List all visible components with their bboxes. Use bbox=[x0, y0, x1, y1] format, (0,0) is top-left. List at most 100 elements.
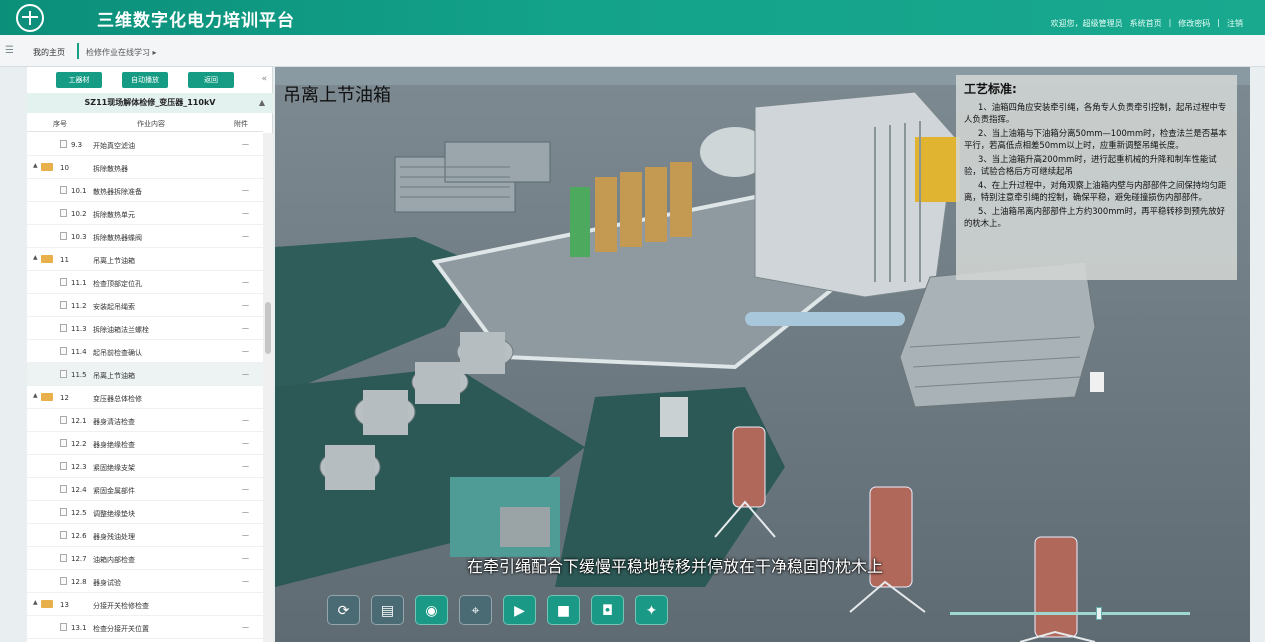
back-button[interactable]: 返回 bbox=[188, 72, 234, 88]
tree-scrollbar[interactable] bbox=[263, 133, 273, 642]
row-text: 分接开关检修检查 bbox=[93, 602, 149, 610]
camera-rotate-icon[interactable]: ⌖ bbox=[459, 595, 492, 625]
col-seq: 序号 bbox=[53, 120, 67, 128]
tools-button[interactable]: 工器材 bbox=[56, 72, 102, 88]
document-icon bbox=[60, 485, 67, 493]
tree-row[interactable]: 11.2 安装起吊绳索 — bbox=[27, 294, 263, 317]
header-links: 欢迎您，超级管理员 系统首页 | 修改密码 | 注销 bbox=[1050, 18, 1243, 29]
row-number: 12.2 bbox=[71, 440, 87, 448]
eye-icon[interactable]: ◉ bbox=[415, 595, 448, 625]
tree-row[interactable]: 13.1 检查分接开关位置 — bbox=[27, 616, 263, 639]
row-number: 11 bbox=[60, 256, 69, 264]
row-text: 器身绝缘检查 bbox=[93, 441, 135, 449]
folder-icon bbox=[41, 163, 53, 171]
play-icon[interactable]: ▶ bbox=[503, 595, 536, 625]
tree-row[interactable]: 10.3 拆除散热器蝶阀 — bbox=[27, 225, 263, 248]
row-number: 11.2 bbox=[71, 302, 87, 310]
row-number: 10.2 bbox=[71, 210, 87, 218]
logo-icon bbox=[16, 4, 44, 32]
standard-item: 4、在上升过程中，对角观察上油箱内壁与内部部件之间保持均匀距离，特别注意牵引绳的… bbox=[964, 180, 1227, 202]
tree-row[interactable]: 11.1 检查顶部定位孔 — bbox=[27, 271, 263, 294]
tree-row[interactable]: 12.1 器身清洁检查 — bbox=[27, 409, 263, 432]
row-attachment: — bbox=[242, 186, 249, 194]
lightbulb-icon[interactable]: ✦ bbox=[635, 595, 668, 625]
tree-row[interactable]: 12.4 紧固金属部件 — bbox=[27, 478, 263, 501]
row-number: 13 bbox=[60, 601, 69, 609]
3d-scene-viewport[interactable]: 吊离上节油箱 工艺标准: 1、油箱四角应安装牵引绳，各角专人负责牵引控制，起吊过… bbox=[275, 67, 1250, 642]
tree-row[interactable]: 9.3 开始真空滤油 — bbox=[27, 133, 263, 156]
progress-slider-knob[interactable] bbox=[1095, 607, 1102, 620]
row-attachment: — bbox=[242, 278, 249, 286]
row-number: 9.3 bbox=[71, 141, 83, 149]
refresh-icon[interactable]: ⟳ bbox=[327, 595, 360, 625]
tree-header: 序号 作业内容 附件 bbox=[27, 114, 263, 132]
row-text: 起吊前检查确认 bbox=[93, 349, 142, 357]
change-password-link[interactable]: 修改密码 bbox=[1178, 18, 1210, 29]
standard-item: 3、当上油箱升高200mm时，进行起重机械的升降和制车性能试验，试验合格后方可继… bbox=[964, 154, 1217, 176]
row-number: 10.1 bbox=[71, 187, 87, 195]
step-title: 吊离上节油箱 bbox=[283, 85, 391, 106]
autoplay-button[interactable]: 自动播放 bbox=[122, 72, 168, 88]
tree-scroll-thumb[interactable] bbox=[265, 302, 271, 354]
row-text: 紧固金属部件 bbox=[93, 487, 135, 495]
standard-item: 5、上油箱吊离内部部件上方约300mm时，再平稳转移到预先放好的枕木上。 bbox=[964, 206, 1226, 228]
tree-row[interactable]: 12.8 器身试验 — bbox=[27, 570, 263, 593]
narration-subtitle: 在牵引绳配合下缓慢平稳地转移并停放在干净稳固的枕木上 bbox=[467, 557, 884, 576]
row-text: 器身残油处理 bbox=[93, 533, 135, 541]
tree-row[interactable]: ▲ 10 拆除散热器 bbox=[27, 156, 263, 179]
folder-icon bbox=[41, 255, 53, 263]
row-attachment: — bbox=[242, 140, 249, 148]
tree-row[interactable]: ▲ 11 吊离上节油箱 bbox=[27, 248, 263, 271]
row-number: 12.1 bbox=[71, 417, 87, 425]
tree-row[interactable]: ▲ 12 变压器总体检修 bbox=[27, 386, 263, 409]
expand-icon[interactable]: ▲ bbox=[33, 599, 38, 606]
logout-link[interactable]: 注销 bbox=[1227, 18, 1243, 29]
collapse-up-icon[interactable]: ▲ bbox=[259, 93, 265, 113]
system-home-link[interactable]: 系统首页 bbox=[1130, 18, 1162, 29]
row-text: 紧固绝缘支架 bbox=[93, 464, 135, 472]
tree-row[interactable]: 12.6 器身残油处理 — bbox=[27, 524, 263, 547]
row-number: 10 bbox=[60, 164, 69, 172]
menu-toggle-icon[interactable]: ☰ bbox=[5, 45, 14, 56]
expand-icon[interactable]: ▲ bbox=[33, 392, 38, 399]
document-icon bbox=[60, 577, 67, 585]
progress-slider[interactable] bbox=[950, 612, 1190, 615]
row-attachment: — bbox=[242, 577, 249, 585]
row-attachment: — bbox=[242, 439, 249, 447]
tree-row[interactable]: 11.5 吊离上节油箱 — bbox=[27, 363, 263, 386]
tree-row[interactable]: 12.5 调整绝缘垫块 — bbox=[27, 501, 263, 524]
row-attachment: — bbox=[242, 485, 249, 493]
row-text: 检查分接开关位置 bbox=[93, 625, 149, 633]
row-text: 散热器拆除准备 bbox=[93, 188, 142, 196]
tree-row[interactable]: 12.7 油箱内部检查 — bbox=[27, 547, 263, 570]
tab-online-learning[interactable]: 检修作业在线学习 ▸ bbox=[86, 47, 157, 58]
tree-row[interactable]: 11.3 拆除油箱法兰螺栓 — bbox=[27, 317, 263, 340]
row-number: 13.1 bbox=[71, 624, 87, 632]
tree-row[interactable]: 12.3 紧固绝缘支架 — bbox=[27, 455, 263, 478]
expand-icon[interactable]: ▲ bbox=[33, 254, 38, 261]
caption-icon[interactable]: ▤ bbox=[371, 595, 404, 625]
tree-row[interactable]: 10.1 散热器拆除准备 — bbox=[27, 179, 263, 202]
tree-row[interactable]: 11.4 起吊前检查确认 — bbox=[27, 340, 263, 363]
row-number: 12.6 bbox=[71, 532, 87, 540]
breadcrumb-home[interactable]: 我的主页 bbox=[33, 47, 65, 58]
standard-title: 工艺标准: bbox=[964, 82, 1017, 96]
row-text: 油箱内部检查 bbox=[93, 556, 135, 564]
row-number: 11.5 bbox=[71, 371, 87, 379]
row-number: 11.4 bbox=[71, 348, 87, 356]
standard-item: 1、油箱四角应安装牵引绳，各角专人负责牵引控制，起吊过程中专人负责指挥。 bbox=[964, 102, 1227, 124]
tree-row[interactable]: ▲ 13 分接开关检修检查 bbox=[27, 593, 263, 616]
row-attachment: — bbox=[242, 554, 249, 562]
row-attachment: — bbox=[242, 324, 249, 332]
tree-row[interactable]: 10.2 拆除散热单元 — bbox=[27, 202, 263, 225]
collapse-sidebar-icon[interactable]: « bbox=[261, 74, 267, 84]
video-camera-icon[interactable]: ◘ bbox=[591, 595, 624, 625]
tree-row[interactable]: 12.2 器身绝缘检查 — bbox=[27, 432, 263, 455]
expand-icon[interactable]: ▲ bbox=[33, 162, 38, 169]
procedure-title: SZ11现场解体检修_变压器_110kV ▲ bbox=[27, 93, 273, 113]
document-icon bbox=[60, 531, 67, 539]
playback-controls: ⟳ ▤ ◉ ⌖ ▶ ■ ◘ ✦ bbox=[327, 595, 668, 627]
row-text: 拆除散热单元 bbox=[93, 211, 135, 219]
row-attachment: — bbox=[242, 347, 249, 355]
stop-icon[interactable]: ■ bbox=[547, 595, 580, 625]
